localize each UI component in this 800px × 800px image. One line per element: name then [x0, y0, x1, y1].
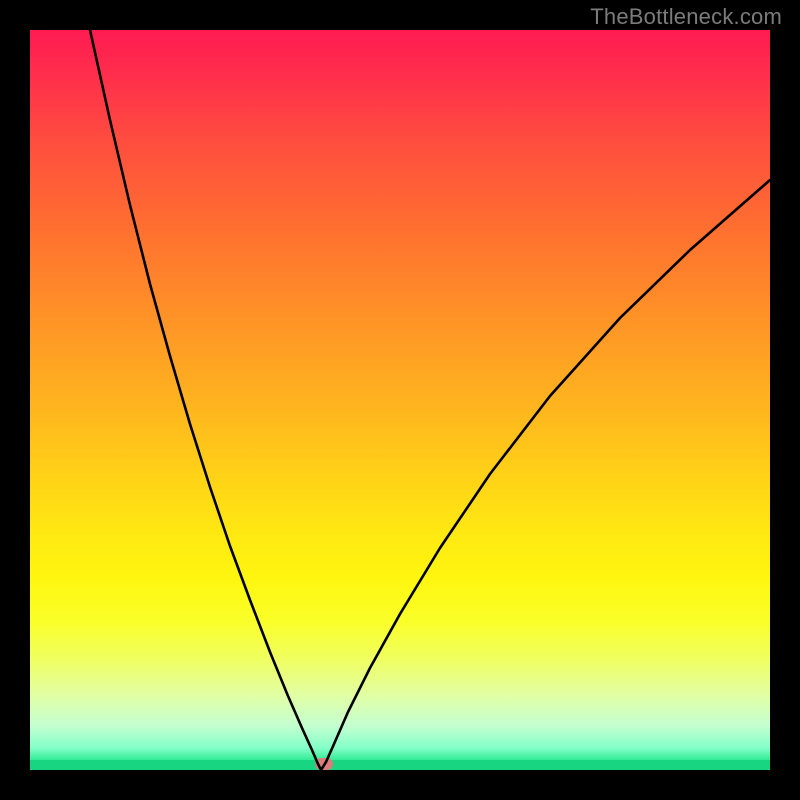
plot-area — [30, 30, 770, 770]
bottleneck-curve — [90, 30, 770, 770]
watermark-text: TheBottleneck.com — [590, 4, 782, 30]
curve-svg — [30, 30, 770, 770]
